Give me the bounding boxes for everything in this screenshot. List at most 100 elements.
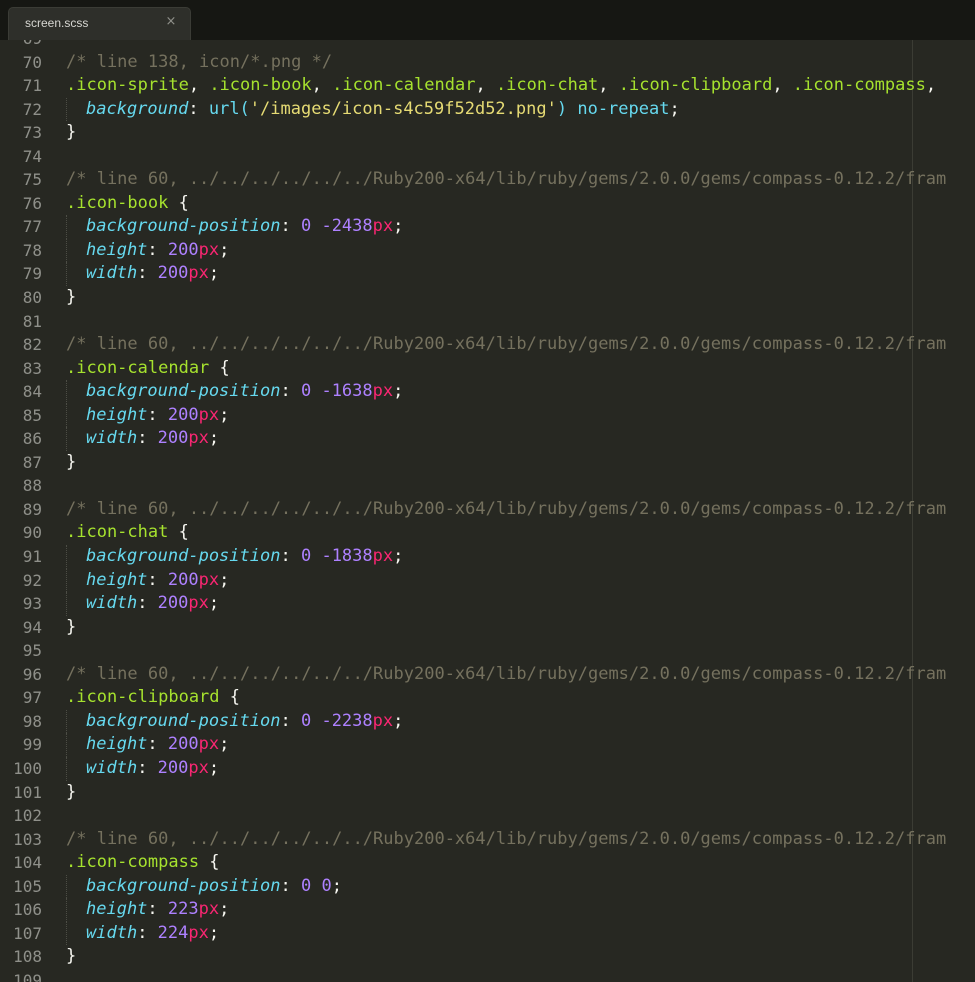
close-icon[interactable]: × [163,14,179,32]
code-line[interactable]: 79 width: 200px; [0,262,975,287]
property-token: background [86,98,189,119]
code-line[interactable]: 72 background: url('/images/icon-s4c59f52… [0,97,975,122]
code-line[interactable]: 89 /* line 60, ../../../../../../Ruby200-… [0,498,975,522]
code-line[interactable]: 73} [0,121,975,145]
line-number: 70 [22,52,42,72]
punctuation-token: { [199,852,220,873]
punctuation-token: ; [219,569,230,590]
code-line[interactable]: 80} [0,286,975,310]
number-token: -1838 [321,546,373,567]
code-line[interactable]: 70 /* line 138, icon/*.png */ [0,51,975,75]
punctuation-token: , [311,75,333,96]
property-token: background-position [86,546,281,567]
code-line[interactable]: 103 /* line 60, ../../../../../../Ruby200… [0,828,975,852]
code-line[interactable]: 98 background-position: 0 -2238px; [0,709,975,734]
code-line[interactable]: 69 [0,40,975,51]
line-code: /* line 60, ../../../../../../Ruby200-x6… [66,828,946,852]
code-line[interactable]: 76 .icon-book { [0,192,975,216]
unit-token: px [372,546,394,567]
tab-label: screen.scss [25,16,89,30]
code-line[interactable]: 86 width: 200px; [0,427,975,451]
code-editor[interactable]: 6970 /* line 138, icon/*.png */ 71 .icon-sp… [0,40,975,982]
code-line[interactable]: 100 width: 200px; [0,756,975,781]
selector-token: .icon-chat [495,75,599,96]
line-code: height: 223px; [66,898,229,922]
comment-token: /* line 60, ../../../../../../Ruby200-x6… [66,828,947,849]
punctuation-token: ; [219,404,230,425]
code-line[interactable]: 94} [0,616,975,640]
line-number: 73 [22,123,42,143]
line-number: 91 [22,547,42,567]
indent-guide [66,215,86,239]
line-number: 107 [13,923,42,943]
code-line[interactable]: 106 height: 223px; [0,898,975,922]
line-code: } [66,616,76,640]
number-token: 200 [157,428,189,449]
punctuation-token [311,546,321,566]
punctuation-token: ; [393,546,404,567]
number-token: 0 [300,546,312,567]
code-line[interactable]: 77 background-position: 0 -2438px; [0,215,975,239]
tab-screen-scss[interactable]: screen.scss × [8,7,191,41]
code-line[interactable]: 84 background-position: 0 -1638px; [0,380,975,404]
line-number: 109 [13,970,42,982]
code-line[interactable]: 74 [0,145,975,169]
line-code: .icon-sprite, .icon-book, .icon-calendar… [66,74,946,98]
unit-token: px [372,710,394,731]
code-line[interactable]: 102 [0,804,975,828]
property-token: height [86,734,148,755]
code-line[interactable]: 97 .icon-clipboard { [0,686,975,710]
property-token: width [86,757,138,778]
code-line[interactable]: 75 /* line 60, ../../../../../../Ruby200-… [0,168,975,192]
code-line[interactable]: 82 /* line 60, ../../../../../../Ruby200-… [0,333,975,357]
number-token: 200 [157,757,189,778]
code-line[interactable]: 96 /* line 60, ../../../../../../Ruby200-… [0,663,975,687]
unit-token: px [372,216,394,237]
line-code: /* line 138, icon/*.png */ [66,51,332,75]
code-line[interactable]: 107 width: 224px; [0,921,975,946]
line-code: width: 224px; [66,921,219,946]
code-line[interactable]: 109 [0,969,975,982]
code-line[interactable]: 83 .icon-calendar { [0,357,975,381]
comment-token: /* line 60, ../../../../../../Ruby200-x6… [66,498,947,519]
code-line[interactable]: 87} [0,451,975,475]
punctuation-token: : [147,239,168,260]
line-code: width: 200px; [66,592,219,616]
code-line[interactable]: 90 .icon-chat { [0,521,975,545]
function-token: url( [208,98,250,119]
code-line[interactable]: 104 .icon-compass { [0,851,975,875]
indent-guide [66,97,86,122]
code-line[interactable]: 105 background-position: 0 0; [0,874,975,899]
punctuation-token: : [137,263,158,284]
punctuation-token: { [209,357,230,378]
code-line[interactable]: 101} [0,781,975,805]
code-line[interactable]: 92 height: 200px; [0,568,975,593]
indent-guide [66,921,86,946]
line-number: 79 [22,264,42,284]
code-line[interactable]: 91 background-position: 0 -1838px; [0,545,975,569]
unit-token: px [188,263,209,284]
code-line[interactable]: 93 width: 200px; [0,592,975,616]
code-lines: 6970 /* line 138, icon/*.png */ 71 .icon-sp… [0,40,975,982]
code-line[interactable]: 85 height: 200px; [0,403,975,428]
selector-token: .icon-compass [66,852,200,873]
punctuation-token: : [280,875,301,896]
selector-token: .icon-clipboard [66,687,220,708]
code-line[interactable]: 108} [0,945,975,969]
line-code: /* line 60, ../../../../../../Ruby200-x6… [66,498,946,522]
code-line[interactable]: 88 [0,474,975,498]
line-number: 69 [0,40,42,51]
code-line[interactable]: 81 [0,310,975,334]
code-line[interactable]: 71 .icon-sprite, .icon-book, .icon-calend… [0,74,975,98]
selector-token: .icon-sprite [66,75,189,96]
punctuation-token: ; [208,757,220,778]
code-line[interactable]: 78 height: 200px; [0,238,975,263]
indent-guide [66,709,86,734]
punctuation-token: : [147,734,168,755]
code-line[interactable]: 95 [0,639,975,663]
selector-token: .icon-clipboard [618,75,773,96]
property-token: height [86,239,148,260]
punctuation-token [311,381,321,401]
punctuation-token: { [168,192,189,213]
code-line[interactable]: 99 height: 200px; [0,733,975,757]
